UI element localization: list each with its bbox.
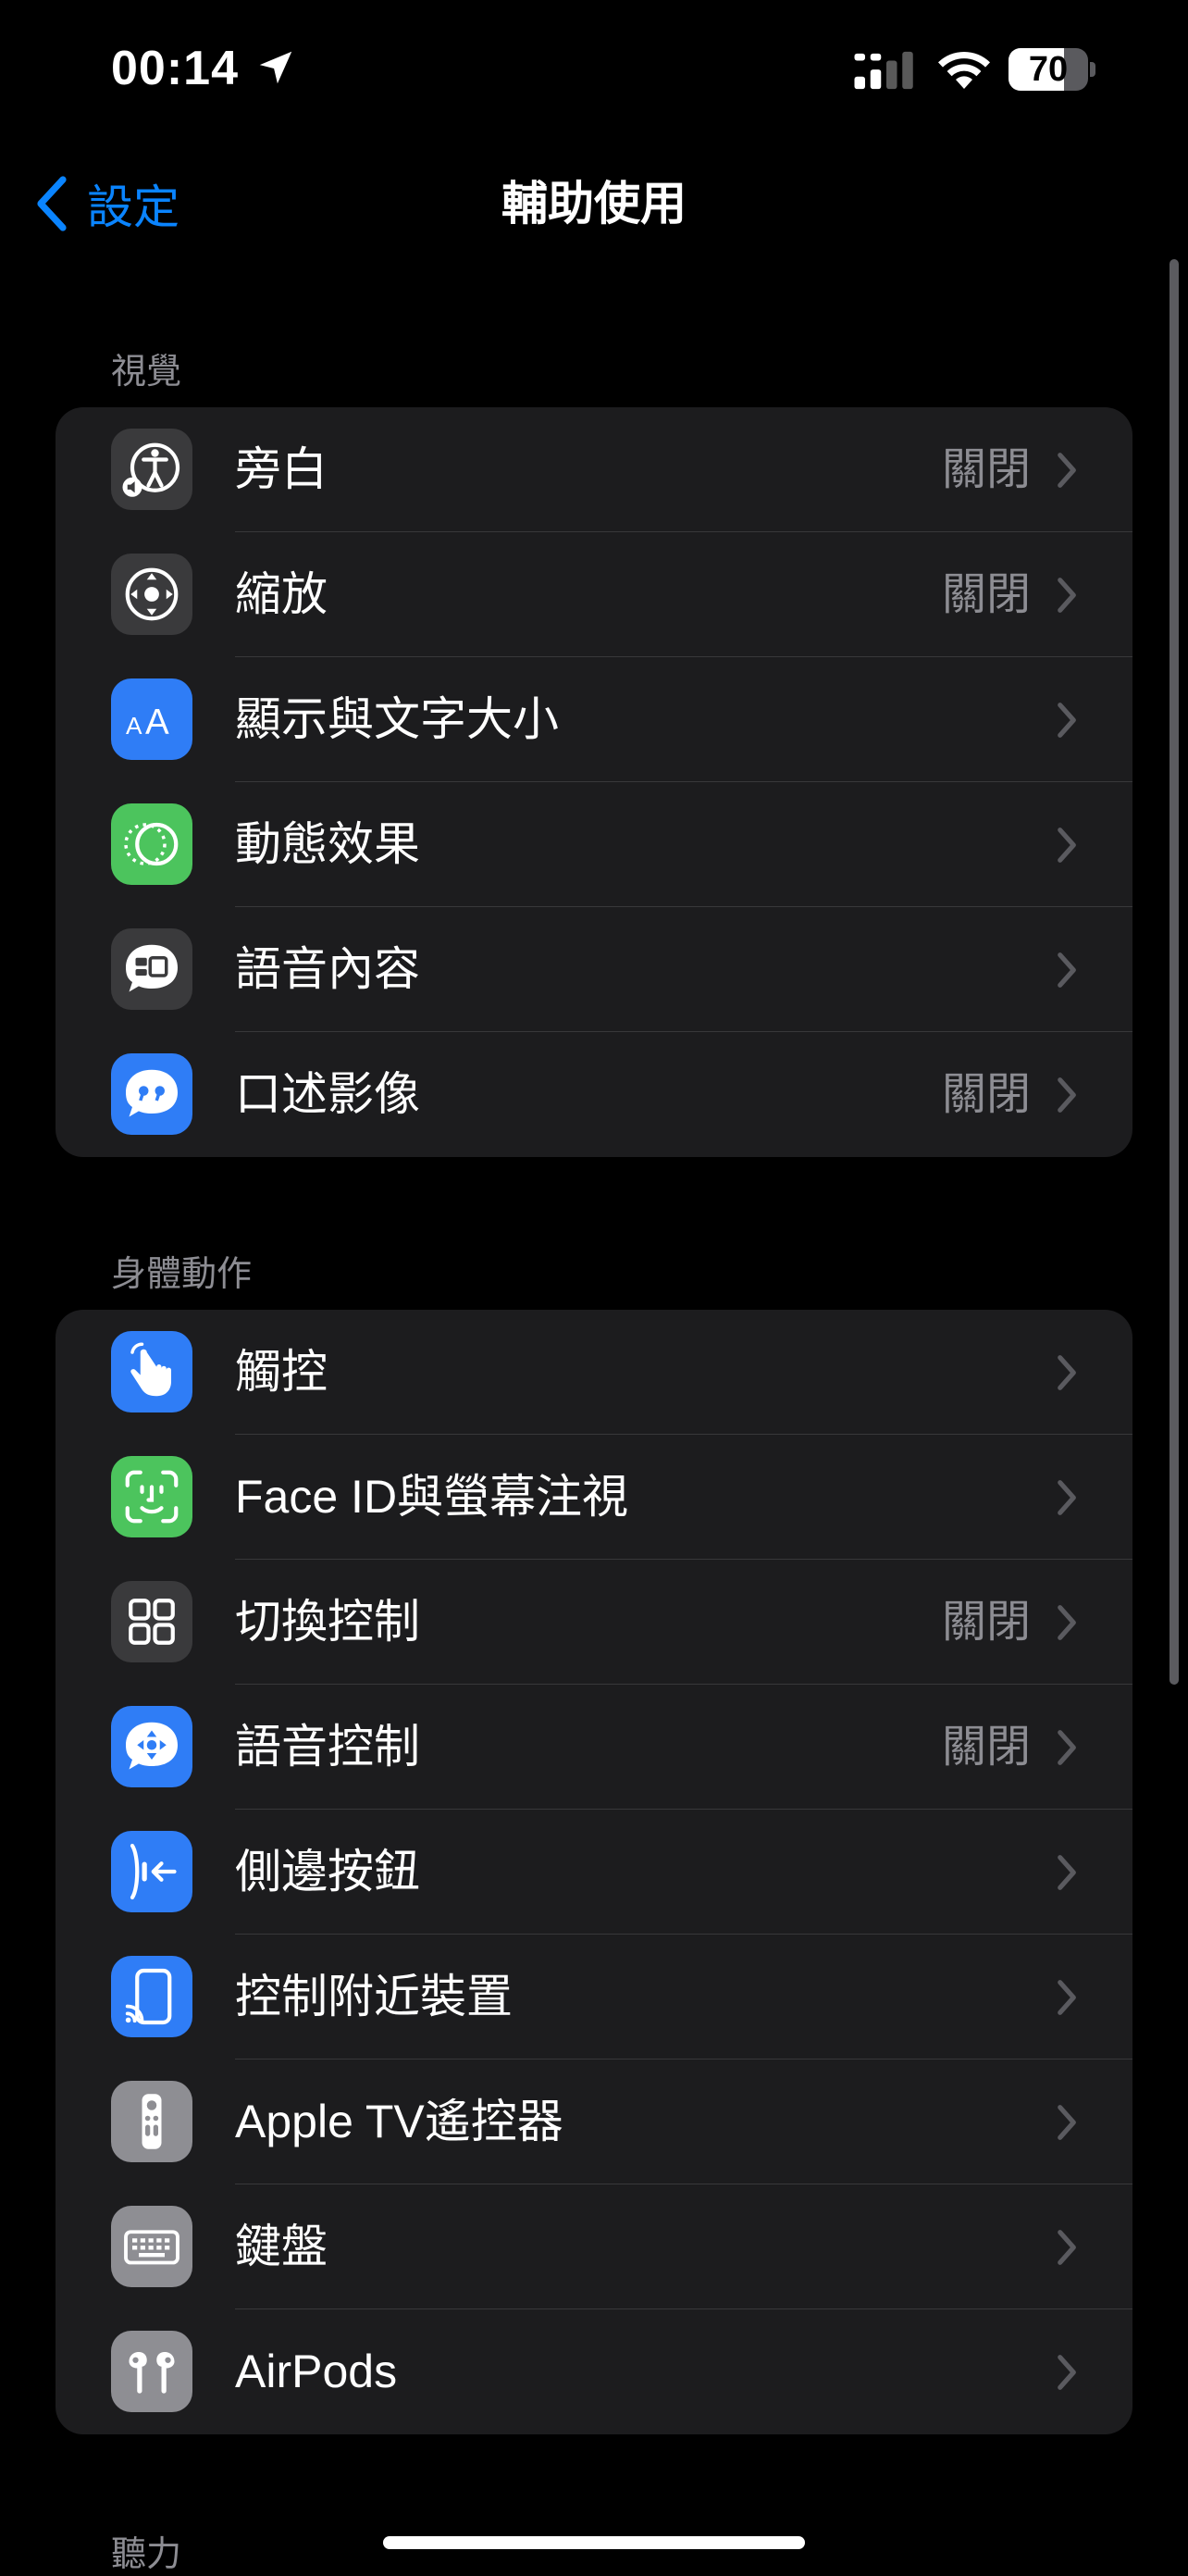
row-label: Face ID與螢幕注視 (235, 1471, 629, 1523)
row-audio-descriptions[interactable]: 口述影像 關閉 (56, 1032, 1132, 1157)
row-label: 切換控制 (235, 1596, 420, 1648)
scroll-indicator[interactable] (1169, 259, 1179, 1685)
row-motion[interactable]: 動態效果 (56, 782, 1132, 907)
battery-icon: 70 (1009, 48, 1097, 91)
status-time: 00:14 (111, 42, 239, 95)
chevron-right-icon (1058, 952, 1076, 988)
row-label: Apple TV遙控器 (235, 2096, 563, 2147)
motion-icon (111, 803, 192, 885)
row-value: 關閉 (941, 445, 1031, 494)
row-label: 口述影像 (235, 1068, 420, 1120)
svg-text:A: A (126, 712, 142, 740)
keyboard-icon (111, 2206, 192, 2287)
row-touch[interactable]: 觸控 (56, 1310, 1132, 1435)
side-button-icon (111, 1831, 192, 1912)
chevron-right-icon (1058, 578, 1076, 613)
audio-description-icon (111, 1053, 192, 1135)
chevron-right-icon (1058, 828, 1076, 863)
chevron-right-icon (1058, 1980, 1076, 2015)
tv-remote-icon (111, 2081, 192, 2162)
row-side-button[interactable]: 側邊按鈕 (56, 1810, 1132, 1935)
home-indicator[interactable] (383, 2536, 805, 2549)
chevron-right-icon (1058, 2355, 1076, 2390)
page-title: 輔助使用 (501, 178, 687, 230)
chevron-right-icon (1058, 2230, 1076, 2265)
chevron-right-icon (1058, 1077, 1076, 1113)
text-size-icon: A A (111, 678, 192, 760)
row-label: 顯示與文字大小 (235, 693, 559, 745)
row-airpods[interactable]: AirPods (56, 2309, 1132, 2434)
chevron-right-icon (1058, 1355, 1076, 1390)
chevron-right-icon (1058, 453, 1076, 488)
row-apple-tv-remote[interactable]: Apple TV遙控器 (56, 2060, 1132, 2184)
nearby-devices-icon (111, 1956, 192, 2037)
settings-group-vision: 旁白 關閉 縮放 關閉 A A 顯示與文字大小 動態效果 語音內容 口述影像 關… (56, 407, 1132, 1157)
row-label: 側邊按鈕 (235, 1846, 420, 1898)
voiceover-icon (111, 429, 192, 510)
navigation-bar: 設定 輔助使用 (0, 157, 1188, 250)
cellular-signal-icon (854, 51, 913, 90)
row-keyboards[interactable]: 鍵盤 (56, 2184, 1132, 2309)
status-bar: 00:14 70 (0, 0, 1188, 139)
row-value: 關閉 (941, 1723, 1031, 1772)
face-id-icon (111, 1456, 192, 1537)
row-value: 關閉 (941, 570, 1031, 619)
airpods-icon (111, 2331, 192, 2412)
chevron-right-icon (1058, 2105, 1076, 2140)
location-arrow-icon (259, 51, 292, 84)
chevron-right-icon (1058, 1730, 1076, 1765)
row-label: 旁白 (235, 443, 328, 495)
row-control-nearby-devices[interactable]: 控制附近裝置 (56, 1935, 1132, 2060)
row-label: 縮放 (235, 568, 328, 620)
touch-hand-icon (111, 1331, 192, 1412)
chevron-right-icon (1058, 1855, 1076, 1890)
row-switch-control[interactable]: 切換控制 關閉 (56, 1560, 1132, 1685)
row-label: AirPods (235, 2346, 398, 2397)
row-zoom[interactable]: 縮放 關閉 (56, 532, 1132, 657)
battery-percentage: 70 (1028, 50, 1069, 89)
switch-control-icon (111, 1581, 192, 1662)
chevron-right-icon (1058, 1605, 1076, 1640)
row-label: 動態效果 (235, 818, 420, 870)
chevron-right-icon (1058, 1480, 1076, 1515)
chevron-right-icon (1058, 703, 1076, 738)
zoom-icon (111, 554, 192, 635)
svg-text:A: A (145, 703, 169, 742)
row-label: 語音內容 (235, 943, 420, 995)
row-label: 語音控制 (235, 1721, 420, 1773)
row-value: 關閉 (941, 1598, 1031, 1647)
section-header-vision: 視覺 (111, 353, 182, 392)
section-header-hearing: 聽力 (111, 2535, 182, 2574)
row-label: 觸控 (235, 1346, 328, 1398)
settings-group-physical-motor: 觸控 Face ID與螢幕注視 切換控制 關閉 語音控制 關閉 側邊按鈕 控制附… (56, 1310, 1132, 2434)
section-header-physical-motor: 身體動作 (111, 1255, 253, 1294)
row-spoken-content[interactable]: 語音內容 (56, 907, 1132, 1032)
row-voiceover[interactable]: 旁白 關閉 (56, 407, 1132, 532)
row-face-id-attention[interactable]: Face ID與螢幕注視 (56, 1435, 1132, 1560)
row-display-text-size[interactable]: A A 顯示與文字大小 (56, 657, 1132, 782)
voice-control-icon (111, 1706, 192, 1787)
row-value: 關閉 (941, 1070, 1031, 1119)
row-label: 鍵盤 (235, 2221, 328, 2272)
row-label: 控制附近裝置 (235, 1971, 513, 2022)
spoken-content-icon (111, 928, 192, 1010)
row-voice-control[interactable]: 語音控制 關閉 (56, 1685, 1132, 1810)
wifi-icon (938, 51, 990, 89)
